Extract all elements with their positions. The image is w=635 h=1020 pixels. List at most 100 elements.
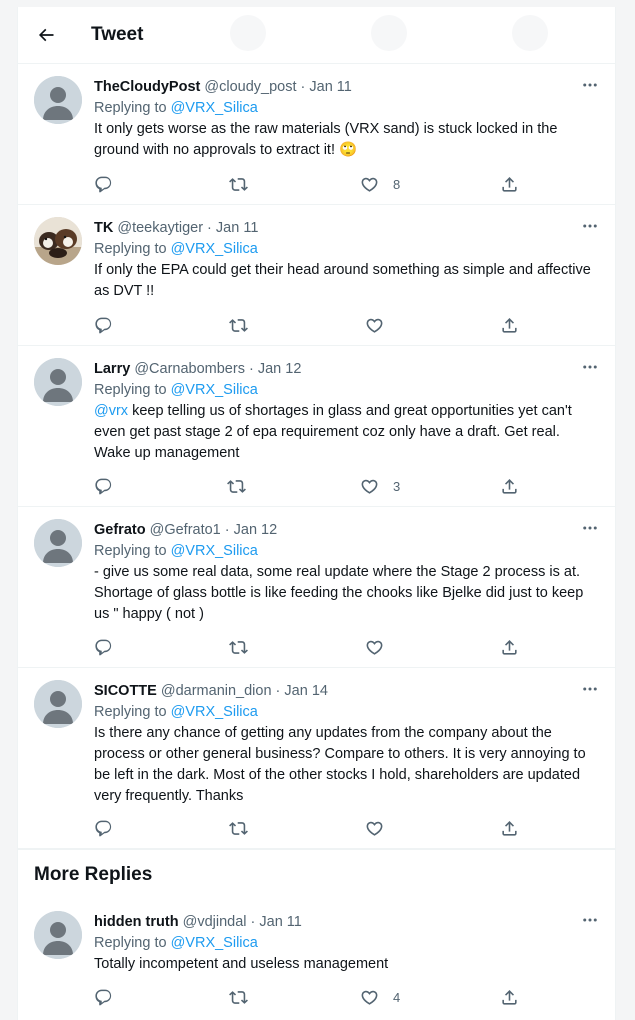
replying-handle-link[interactable]: @VRX_Silica bbox=[171, 935, 258, 951]
reply-button[interactable] bbox=[94, 476, 113, 496]
tweet-reply[interactable]: Gefrato @Gefrato1 · Jan 12 Replying to @… bbox=[18, 507, 615, 668]
avatar[interactable] bbox=[34, 358, 82, 406]
mention-link[interactable]: @vrx bbox=[94, 403, 128, 419]
like-button[interactable] bbox=[365, 637, 398, 657]
tweet-reply[interactable]: Larry @Carnabombers · Jan 12 Replying to… bbox=[18, 346, 615, 507]
reply-button[interactable] bbox=[94, 174, 113, 194]
tweet-reply[interactable]: SICOTTE @darmanin_dion · Jan 14 Replying… bbox=[18, 668, 615, 849]
replying-label: Replying to bbox=[94, 382, 167, 398]
reply-icon bbox=[94, 988, 113, 1007]
author-handle[interactable]: @teekaytiger bbox=[117, 220, 203, 236]
header-faded-element bbox=[512, 15, 548, 51]
like-count: 8 bbox=[393, 176, 401, 192]
heart-icon bbox=[365, 316, 384, 335]
reply-button[interactable] bbox=[94, 818, 113, 838]
back-button[interactable] bbox=[28, 17, 64, 53]
like-button[interactable] bbox=[365, 315, 398, 335]
more-button[interactable] bbox=[579, 75, 601, 95]
retweet-button[interactable] bbox=[229, 174, 248, 194]
author-name[interactable]: TK bbox=[94, 220, 113, 236]
tweet-date[interactable]: Jan 14 bbox=[284, 683, 328, 699]
reply-icon bbox=[94, 175, 113, 194]
tweet-date[interactable]: Jan 12 bbox=[258, 361, 302, 377]
face-emoji-icon: 🙄 bbox=[339, 142, 358, 158]
replying-handle-link[interactable]: @VRX_Silica bbox=[171, 100, 258, 116]
heart-icon bbox=[360, 988, 379, 1007]
more-button[interactable] bbox=[579, 518, 601, 538]
retweet-icon bbox=[229, 175, 248, 194]
author-handle[interactable]: @cloudy_post bbox=[204, 79, 296, 95]
tweet-text: - give us some real data, some real upda… bbox=[94, 564, 584, 622]
like-button[interactable] bbox=[365, 818, 398, 838]
avatar[interactable] bbox=[34, 76, 82, 124]
author-name[interactable]: Gefrato bbox=[94, 522, 146, 538]
replying-label: Replying to bbox=[94, 704, 167, 720]
retweet-button[interactable] bbox=[227, 476, 246, 496]
more-button[interactable] bbox=[579, 910, 601, 930]
tweet-text: Is there any chance of getting any updat… bbox=[94, 725, 586, 804]
author-handle[interactable]: @vdjindal bbox=[183, 914, 247, 930]
like-button[interactable]: 3 bbox=[360, 476, 400, 496]
share-button[interactable] bbox=[500, 315, 519, 335]
share-icon bbox=[500, 819, 519, 838]
tweet-reply[interactable]: TK @teekaytiger · Jan 11 Replying to @VR… bbox=[18, 205, 615, 346]
replying-handle-link[interactable]: @VRX_Silica bbox=[171, 704, 258, 720]
heart-icon bbox=[360, 477, 379, 496]
more-button[interactable] bbox=[579, 357, 601, 377]
share-button[interactable] bbox=[500, 818, 519, 838]
arrow-left-icon bbox=[38, 28, 54, 42]
author-handle[interactable]: @Carnabombers bbox=[134, 361, 245, 377]
more-dots-icon bbox=[581, 76, 599, 94]
share-button[interactable] bbox=[500, 476, 519, 496]
retweet-icon bbox=[229, 316, 248, 335]
tweet-body: It only gets worse as the raw materials … bbox=[94, 121, 558, 158]
author-name[interactable]: hidden truth bbox=[94, 914, 179, 930]
more-button[interactable] bbox=[579, 216, 601, 236]
default-avatar-icon bbox=[34, 680, 82, 728]
reply-icon bbox=[94, 316, 113, 335]
avatar[interactable] bbox=[34, 519, 82, 567]
like-button[interactable]: 4 bbox=[360, 987, 400, 1007]
tweet-text: Totally incompetent and useless manageme… bbox=[94, 956, 389, 972]
retweet-button[interactable] bbox=[229, 637, 248, 657]
heart-icon bbox=[360, 175, 379, 194]
author-name[interactable]: SICOTTE bbox=[94, 683, 157, 699]
replying-handle-link[interactable]: @VRX_Silica bbox=[171, 543, 258, 559]
retweet-button[interactable] bbox=[229, 987, 248, 1007]
avatar[interactable] bbox=[34, 217, 82, 265]
reply-button[interactable] bbox=[94, 315, 113, 335]
share-button[interactable] bbox=[500, 174, 519, 194]
retweet-button[interactable] bbox=[229, 818, 248, 838]
tweet-date[interactable]: Jan 11 bbox=[259, 914, 301, 930]
replying-label: Replying to bbox=[94, 241, 167, 257]
default-avatar-icon bbox=[34, 76, 82, 124]
tweet-reply[interactable]: hidden truth @vdjindal · Jan 11 Replying… bbox=[18, 899, 615, 1019]
tweet-text: It only gets worse as the raw materials … bbox=[94, 119, 599, 161]
reply-icon bbox=[94, 477, 113, 496]
replying-handle-link[interactable]: @VRX_Silica bbox=[171, 382, 258, 398]
tweet-date[interactable]: Jan 12 bbox=[234, 522, 278, 538]
author-name[interactable]: Larry bbox=[94, 361, 130, 377]
avatar[interactable] bbox=[34, 911, 82, 959]
share-button[interactable] bbox=[500, 987, 519, 1007]
tweet-date[interactable]: Jan 11 bbox=[216, 220, 258, 236]
author-handle[interactable]: @Gefrato1 bbox=[150, 522, 221, 538]
avatar[interactable] bbox=[34, 680, 82, 728]
more-button[interactable] bbox=[579, 679, 601, 699]
tweet-date[interactable]: Jan 11 bbox=[309, 79, 351, 95]
replying-handle-link[interactable]: @VRX_Silica bbox=[171, 241, 258, 257]
share-button[interactable] bbox=[500, 637, 519, 657]
replying-label: Replying to bbox=[94, 935, 167, 951]
page-title: Tweet bbox=[91, 24, 144, 45]
like-button[interactable]: 8 bbox=[360, 174, 400, 194]
reply-button[interactable] bbox=[94, 987, 113, 1007]
author-handle[interactable]: @darmanin_dion bbox=[161, 683, 272, 699]
retweet-button[interactable] bbox=[229, 315, 248, 335]
share-icon bbox=[500, 988, 519, 1007]
more-dots-icon bbox=[581, 358, 599, 376]
tweet-actions bbox=[94, 818, 615, 838]
author-name[interactable]: TheCloudyPost bbox=[94, 79, 200, 95]
tweet-reply[interactable]: TheCloudyPost @cloudy_post · Jan 11 Repl… bbox=[18, 64, 615, 205]
tweet-actions bbox=[94, 637, 615, 657]
reply-button[interactable] bbox=[94, 637, 113, 657]
